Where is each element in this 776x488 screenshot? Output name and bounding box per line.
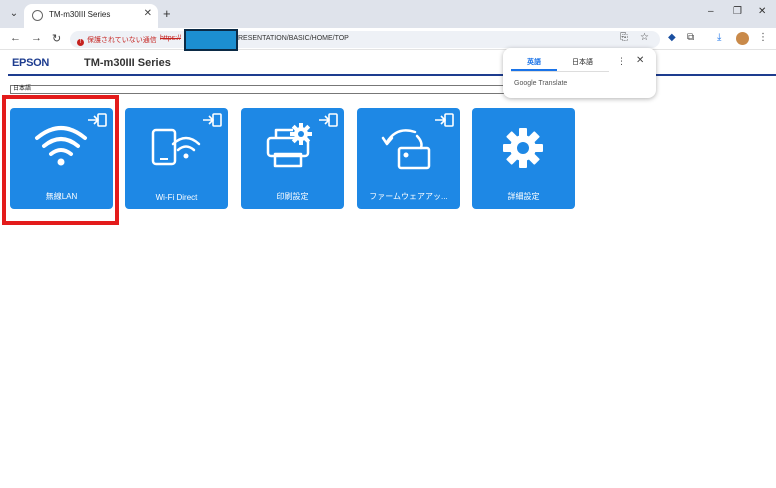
extensions-puzzle-icon[interactable]: ⧉ (687, 32, 694, 43)
redaction-box (184, 29, 238, 51)
translate-tab-divider (511, 71, 609, 72)
tab-close-icon[interactable]: ✕ (144, 8, 152, 19)
profile-avatar[interactable] (736, 32, 749, 45)
translate-close-icon[interactable]: ✕ (636, 55, 644, 66)
tile-label: ファームウェアアッ... (369, 192, 448, 201)
browser-menu-icon[interactable]: ⋮ (758, 32, 768, 43)
tile-label: 詳細設定 (507, 192, 540, 201)
security-label: 保護されていない通信 (87, 37, 157, 44)
minimize-button[interactable]: – (708, 6, 714, 17)
browser-tab-strip: ⌄ TM-m30III Series ✕ + – ❐ ✕ (0, 0, 776, 28)
translate-icon[interactable]: ⎘ (620, 32, 628, 43)
tab-search-icon[interactable]: ⌄ (6, 6, 22, 22)
browser-tab[interactable]: TM-m30III Series ✕ (24, 4, 158, 28)
epson-logo: EPSON (12, 57, 50, 69)
tile-label: Wi-Fi Direct (155, 193, 198, 202)
reload-button[interactable]: ↻ (52, 32, 61, 45)
translate-target-tab[interactable]: 日本語 (572, 57, 593, 67)
translate-popup: 英語 日本語 ⋮ ✕ Google Translate (503, 48, 656, 98)
highlight-annotation (2, 95, 119, 225)
security-chip[interactable]: ! 保護されていない通信 (77, 35, 157, 46)
tile-firmware-update[interactable]: ファームウェアアッ... (357, 108, 460, 209)
tab-title: TM-m30III Series (49, 10, 111, 19)
address-bar[interactable]: ! 保護されていない通信 https:// RESENTATION/BASIC/H… (70, 29, 660, 51)
warning-icon: ! (77, 39, 84, 46)
printer-web-config-page: EPSON TM-m30III Series 日本語 無線LAN Wi-Fi D… (0, 50, 776, 488)
download-icon[interactable]: ⤓ (717, 32, 721, 43)
translate-active-indicator (511, 69, 557, 71)
language-select[interactable]: 日本語 (10, 85, 530, 94)
google-translate-label: Google Translate (514, 80, 568, 87)
tile-wifi-direct[interactable]: Wi-Fi Direct (125, 108, 228, 209)
translate-more-icon[interactable]: ⋮ (617, 56, 626, 67)
globe-icon (32, 10, 43, 21)
bookmark-star-icon[interactable]: ☆ (640, 32, 649, 43)
tile-advanced-settings[interactable]: 詳細設定 (472, 108, 575, 209)
maximize-button[interactable]: ❐ (733, 6, 742, 17)
translate-source-tab[interactable]: 英語 (527, 57, 541, 67)
forward-button[interactable]: → (31, 32, 42, 44)
new-tab-button[interactable]: + (163, 6, 171, 21)
product-name: TM-m30III Series (84, 57, 171, 69)
url-protocol: https:// (160, 35, 182, 42)
browser-toolbar: ← → ↻ ! 保護されていない通信 https:// RESENTATION/B… (0, 28, 776, 51)
tile-print-settings[interactable]: 印刷設定 (241, 108, 344, 209)
header-divider (8, 74, 776, 76)
back-button[interactable]: ← (10, 32, 21, 44)
url-text: RESENTATION/BASIC/HOME/TOP (238, 35, 349, 42)
window-close-button[interactable]: ✕ (758, 6, 766, 17)
tile-label: 印刷設定 (276, 192, 309, 201)
extension-icon[interactable]: ◆ (668, 32, 676, 43)
